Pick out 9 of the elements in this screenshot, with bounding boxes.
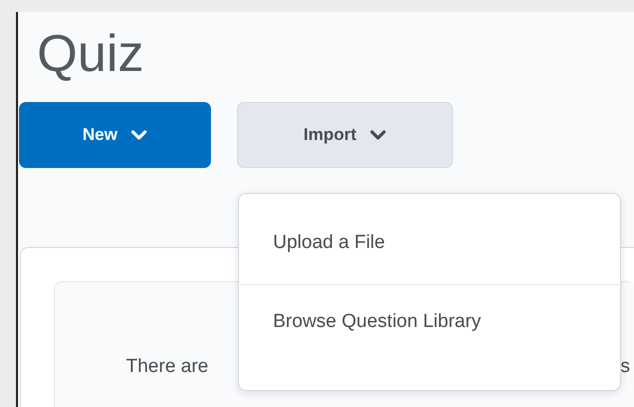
- page-title: Quiz: [36, 24, 145, 85]
- chevron-down-icon: [370, 130, 386, 140]
- menu-item[interactable]: Upload a File: [239, 194, 620, 284]
- new-button[interactable]: New: [19, 102, 211, 168]
- empty-state-text: s: [620, 356, 630, 378]
- empty-state-text: There are: [126, 356, 208, 378]
- menu-item[interactable]: Browse Question Library: [239, 285, 620, 367]
- chevron-down-icon: [131, 130, 148, 140]
- import-button[interactable]: Import: [237, 102, 453, 168]
